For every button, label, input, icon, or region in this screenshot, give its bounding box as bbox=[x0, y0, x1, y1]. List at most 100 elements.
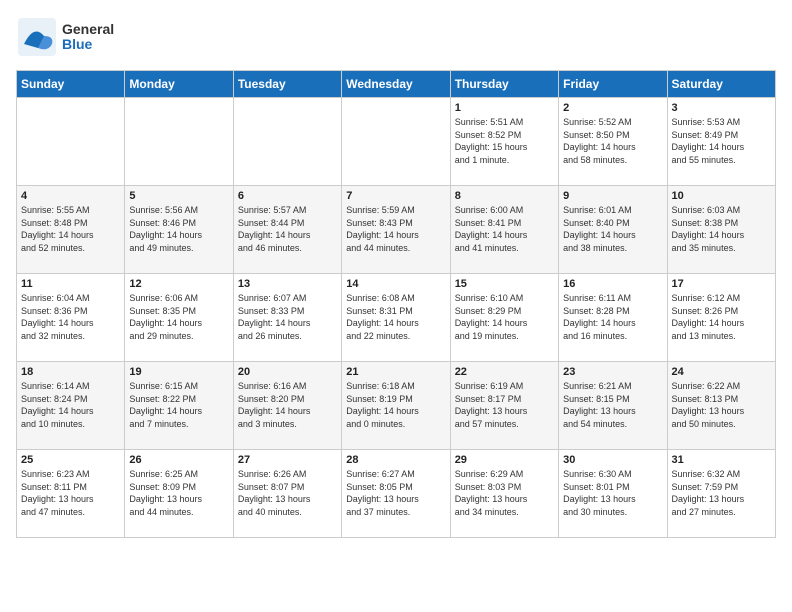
day-number: 22 bbox=[455, 366, 554, 378]
calendar-cell bbox=[125, 98, 233, 186]
calendar-cell: 5 Sunrise: 5:56 AM Sunset: 8:46 PM Daylig… bbox=[125, 186, 233, 274]
calendar-cell: 29 Sunrise: 6:29 AM Sunset: 8:03 PM Dayli… bbox=[450, 450, 558, 538]
day-number: 17 bbox=[672, 278, 771, 290]
cell-content: Sunrise: 6:22 AM Sunset: 8:13 PM Dayligh… bbox=[672, 380, 771, 430]
cell-content: Sunrise: 6:04 AM Sunset: 8:36 PM Dayligh… bbox=[21, 292, 120, 342]
logo: General Blue bbox=[16, 16, 114, 58]
calendar-cell: 16 Sunrise: 6:11 AM Sunset: 8:28 PM Dayli… bbox=[559, 274, 667, 362]
day-number: 25 bbox=[21, 454, 120, 466]
day-number: 28 bbox=[346, 454, 445, 466]
logo-svg bbox=[16, 16, 58, 58]
cell-content: Sunrise: 5:57 AM Sunset: 8:44 PM Dayligh… bbox=[238, 204, 337, 254]
day-number: 1 bbox=[455, 102, 554, 114]
logo-text: General Blue bbox=[62, 22, 114, 53]
calendar-cell: 28 Sunrise: 6:27 AM Sunset: 8:05 PM Dayli… bbox=[342, 450, 450, 538]
cell-content: Sunrise: 6:26 AM Sunset: 8:07 PM Dayligh… bbox=[238, 468, 337, 518]
day-number: 23 bbox=[563, 366, 662, 378]
cell-content: Sunrise: 6:16 AM Sunset: 8:20 PM Dayligh… bbox=[238, 380, 337, 430]
cell-content: Sunrise: 6:12 AM Sunset: 8:26 PM Dayligh… bbox=[672, 292, 771, 342]
calendar-cell: 18Sunrise: 6:14 AM Sunset: 8:24 PM Dayli… bbox=[17, 362, 125, 450]
cell-content: Sunrise: 5:59 AM Sunset: 8:43 PM Dayligh… bbox=[346, 204, 445, 254]
day-number: 8 bbox=[455, 190, 554, 202]
day-number: 15 bbox=[455, 278, 554, 290]
calendar-cell: 2Sunrise: 5:52 AM Sunset: 8:50 PM Daylig… bbox=[559, 98, 667, 186]
cell-content: Sunrise: 6:03 AM Sunset: 8:38 PM Dayligh… bbox=[672, 204, 771, 254]
cell-content: Sunrise: 6:08 AM Sunset: 8:31 PM Dayligh… bbox=[346, 292, 445, 342]
day-header-wednesday: Wednesday bbox=[342, 71, 450, 98]
day-number: 21 bbox=[346, 366, 445, 378]
day-number: 5 bbox=[129, 190, 228, 202]
week-row-3: 11 Sunrise: 6:04 AM Sunset: 8:36 PM Dayli… bbox=[17, 274, 776, 362]
calendar-cell: 19 Sunrise: 6:15 AM Sunset: 8:22 PM Dayli… bbox=[125, 362, 233, 450]
cell-content: Sunrise: 6:10 AM Sunset: 8:29 PM Dayligh… bbox=[455, 292, 554, 342]
calendar-cell bbox=[342, 98, 450, 186]
calendar-table: SundayMondayTuesdayWednesdayThursdayFrid… bbox=[16, 70, 776, 538]
calendar-cell: 25 Sunrise: 6:23 AM Sunset: 8:11 PM Dayli… bbox=[17, 450, 125, 538]
cell-content: Sunrise: 6:01 AM Sunset: 8:40 PM Dayligh… bbox=[563, 204, 662, 254]
cell-content: Sunrise: 6:25 AM Sunset: 8:09 PM Dayligh… bbox=[129, 468, 228, 518]
week-row-4: 18Sunrise: 6:14 AM Sunset: 8:24 PM Dayli… bbox=[17, 362, 776, 450]
day-number: 24 bbox=[672, 366, 771, 378]
calendar-cell: 20 Sunrise: 6:16 AM Sunset: 8:20 PM Dayli… bbox=[233, 362, 341, 450]
day-header-tuesday: Tuesday bbox=[233, 71, 341, 98]
day-number: 13 bbox=[238, 278, 337, 290]
day-number: 7 bbox=[346, 190, 445, 202]
day-number: 20 bbox=[238, 366, 337, 378]
day-header-saturday: Saturday bbox=[667, 71, 775, 98]
cell-content: Sunrise: 5:53 AM Sunset: 8:49 PM Dayligh… bbox=[672, 116, 771, 166]
logo-container: General Blue bbox=[16, 16, 114, 58]
calendar-cell: 23Sunrise: 6:21 AM Sunset: 8:15 PM Dayli… bbox=[559, 362, 667, 450]
calendar-cell: 13 Sunrise: 6:07 AM Sunset: 8:33 PM Dayli… bbox=[233, 274, 341, 362]
calendar-cell: 22 Sunrise: 6:19 AM Sunset: 8:17 PM Dayli… bbox=[450, 362, 558, 450]
calendar-cell: 6 Sunrise: 5:57 AM Sunset: 8:44 PM Daylig… bbox=[233, 186, 341, 274]
calendar-cell: 17 Sunrise: 6:12 AM Sunset: 8:26 PM Dayli… bbox=[667, 274, 775, 362]
day-number: 29 bbox=[455, 454, 554, 466]
calendar-cell: 31Sunrise: 6:32 AM Sunset: 7:59 PM Dayli… bbox=[667, 450, 775, 538]
week-row-2: 4Sunrise: 5:55 AM Sunset: 8:48 PM Daylig… bbox=[17, 186, 776, 274]
page-header: General Blue bbox=[16, 16, 776, 58]
calendar-cell: 4Sunrise: 5:55 AM Sunset: 8:48 PM Daylig… bbox=[17, 186, 125, 274]
day-number: 30 bbox=[563, 454, 662, 466]
cell-content: Sunrise: 6:29 AM Sunset: 8:03 PM Dayligh… bbox=[455, 468, 554, 518]
cell-content: Sunrise: 5:56 AM Sunset: 8:46 PM Dayligh… bbox=[129, 204, 228, 254]
cell-content: Sunrise: 6:27 AM Sunset: 8:05 PM Dayligh… bbox=[346, 468, 445, 518]
cell-content: Sunrise: 6:00 AM Sunset: 8:41 PM Dayligh… bbox=[455, 204, 554, 254]
cell-content: Sunrise: 6:18 AM Sunset: 8:19 PM Dayligh… bbox=[346, 380, 445, 430]
week-row-5: 25 Sunrise: 6:23 AM Sunset: 8:11 PM Dayli… bbox=[17, 450, 776, 538]
calendar-cell bbox=[233, 98, 341, 186]
day-number: 6 bbox=[238, 190, 337, 202]
logo-blue: Blue bbox=[62, 37, 114, 52]
day-header-friday: Friday bbox=[559, 71, 667, 98]
day-number: 12 bbox=[129, 278, 228, 290]
calendar-cell: 10 Sunrise: 6:03 AM Sunset: 8:38 PM Dayli… bbox=[667, 186, 775, 274]
cell-content: Sunrise: 6:19 AM Sunset: 8:17 PM Dayligh… bbox=[455, 380, 554, 430]
cell-content: Sunrise: 6:30 AM Sunset: 8:01 PM Dayligh… bbox=[563, 468, 662, 518]
day-header-thursday: Thursday bbox=[450, 71, 558, 98]
cell-content: Sunrise: 6:23 AM Sunset: 8:11 PM Dayligh… bbox=[21, 468, 120, 518]
day-number: 14 bbox=[346, 278, 445, 290]
calendar-cell: 12 Sunrise: 6:06 AM Sunset: 8:35 PM Dayli… bbox=[125, 274, 233, 362]
day-number: 10 bbox=[672, 190, 771, 202]
day-number: 4 bbox=[21, 190, 120, 202]
day-number: 31 bbox=[672, 454, 771, 466]
cell-content: Sunrise: 6:07 AM Sunset: 8:33 PM Dayligh… bbox=[238, 292, 337, 342]
cell-content: Sunrise: 6:15 AM Sunset: 8:22 PM Dayligh… bbox=[129, 380, 228, 430]
cell-content: Sunrise: 5:52 AM Sunset: 8:50 PM Dayligh… bbox=[563, 116, 662, 166]
logo-general: General bbox=[62, 22, 114, 37]
calendar-cell: 27Sunrise: 6:26 AM Sunset: 8:07 PM Dayli… bbox=[233, 450, 341, 538]
days-header-row: SundayMondayTuesdayWednesdayThursdayFrid… bbox=[17, 71, 776, 98]
day-header-sunday: Sunday bbox=[17, 71, 125, 98]
calendar-cell: 1Sunrise: 5:51 AM Sunset: 8:52 PM Daylig… bbox=[450, 98, 558, 186]
calendar-cell: 11 Sunrise: 6:04 AM Sunset: 8:36 PM Dayli… bbox=[17, 274, 125, 362]
calendar-cell: 7 Sunrise: 5:59 AM Sunset: 8:43 PM Daylig… bbox=[342, 186, 450, 274]
cell-content: Sunrise: 6:14 AM Sunset: 8:24 PM Dayligh… bbox=[21, 380, 120, 430]
day-number: 19 bbox=[129, 366, 228, 378]
day-number: 16 bbox=[563, 278, 662, 290]
cell-content: Sunrise: 6:06 AM Sunset: 8:35 PM Dayligh… bbox=[129, 292, 228, 342]
calendar-cell: 21 Sunrise: 6:18 AM Sunset: 8:19 PM Dayli… bbox=[342, 362, 450, 450]
calendar-cell: 15 Sunrise: 6:10 AM Sunset: 8:29 PM Dayli… bbox=[450, 274, 558, 362]
cell-content: Sunrise: 6:11 AM Sunset: 8:28 PM Dayligh… bbox=[563, 292, 662, 342]
day-header-monday: Monday bbox=[125, 71, 233, 98]
day-number: 11 bbox=[21, 278, 120, 290]
day-number: 26 bbox=[129, 454, 228, 466]
